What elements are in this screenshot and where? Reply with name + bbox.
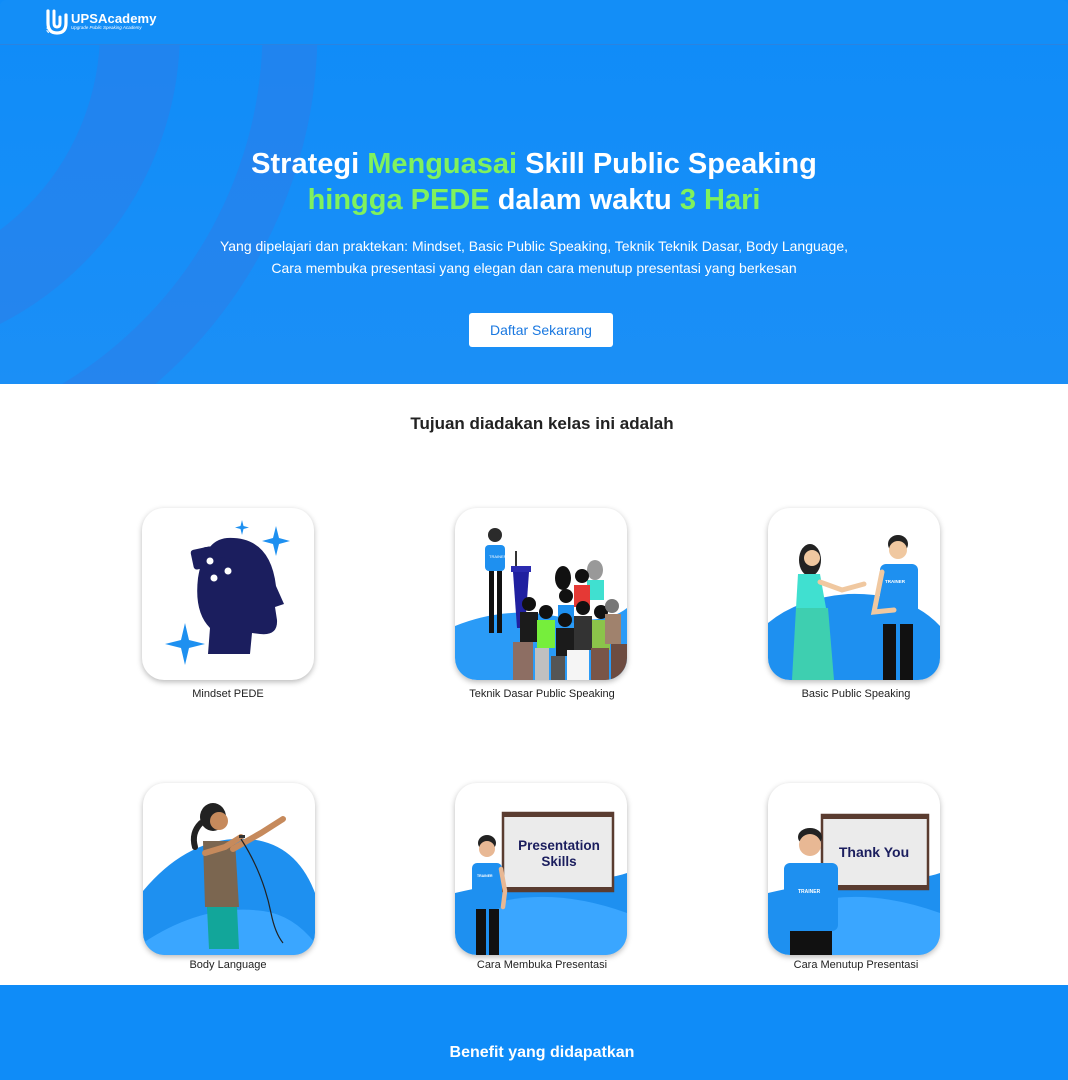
register-now-button[interactable]: Daftar Sekarang — [469, 313, 613, 347]
goal-caption-body-language: Body Language — [189, 959, 267, 971]
thank-you-board-icon: Thank You TRAINER — [768, 813, 940, 955]
benefit-section-title: Benefit yang didapatkan — [449, 1044, 635, 1061]
hero-subtitle-line2: Cara membuka presentasi yang elegan dan … — [271, 260, 797, 276]
mindset-head-puzzle-icon — [165, 520, 290, 665]
trainer-conversation-icon: TRAINER — [768, 535, 940, 680]
hero-section: Strategi Menguasai Skill Public Speaking… — [0, 0, 1068, 384]
hero-title: Strategi Menguasai Skill Public Speaking… — [0, 146, 1068, 218]
goals-section-title: Tujuan diadakan kelas ini adalah — [410, 414, 674, 433]
hero-title-line1: Strategi Menguasai Skill Public Speaking — [251, 148, 817, 180]
goal-caption-mindset: Mindset PEDE — [192, 688, 264, 700]
hero-subtitle-line1: Yang dipelajari dan praktekan: Mindset, … — [219, 238, 849, 254]
goal-card-mindset — [142, 508, 314, 680]
speaker-shirt-text: TRAINER — [489, 554, 507, 559]
ups-logo-icon — [46, 9, 68, 35]
hero-title-line2: hingga PEDE dalam waktu 3 Hari — [308, 184, 761, 216]
board-text-presentation: Presentation — [518, 838, 600, 853]
hero-title-line1-segment-2: Skill Public Speaking — [517, 148, 817, 180]
trainer-shirt-text: TRAINER — [885, 579, 906, 584]
goal-card-menutup: Thank You TRAINER — [768, 783, 940, 955]
closer-shirt-text: TRAINER — [798, 889, 821, 895]
goal-card-basic: TRAINER — [768, 508, 940, 680]
hero-subtitle: Yang dipelajari dan praktekan: Mindset, … — [0, 235, 1068, 279]
goal-caption-basic: Basic Public Speaking — [801, 688, 911, 700]
goal-caption-membuka: Cara Membuka Presentasi — [476, 959, 608, 971]
woman-microphone-icon — [143, 803, 315, 955]
board-text-thank-you: Thank You — [839, 844, 909, 860]
brand-tagline: Upgrade Public Speaking Academy — [71, 25, 142, 30]
board-text-skills: Skills — [541, 854, 576, 869]
speaker-podium-audience-icon: TRAINER — [455, 528, 627, 680]
brand-logo-link[interactable]: UPSAcademy Upgrade Public Speaking Acade… — [46, 9, 157, 35]
presentation-board-icon: Presentation Skills TRAINER — [455, 811, 627, 955]
goal-card-teknik-dasar: TRAINER — [455, 508, 627, 680]
benefit-section: Benefit yang didapatkan — [0, 985, 1068, 1080]
brand-name: UPSAcademy — [71, 11, 157, 26]
presenter-shirt-text: TRAINER — [477, 874, 493, 878]
goal-caption-teknik-dasar: Teknik Dasar Public Speaking — [469, 688, 615, 700]
goal-caption-menutup: Cara Menutup Presentasi — [793, 959, 919, 971]
hero-title-line2-segment-0: hingga PEDE — [307, 184, 490, 216]
hero-title-line2-segment-1: dalam waktu — [489, 184, 680, 216]
navbar: UPSAcademy Upgrade Public Speaking Acade… — [0, 0, 1068, 45]
goal-card-membuka: Presentation Skills TRAINER — [455, 783, 627, 955]
goal-card-body-language — [143, 783, 315, 955]
hero-title-line1-segment-0: Strategi — [251, 148, 368, 180]
hero-title-line2-segment-2: 3 Hari — [679, 184, 761, 216]
hero-title-line1-segment-1: Menguasai — [367, 148, 518, 180]
